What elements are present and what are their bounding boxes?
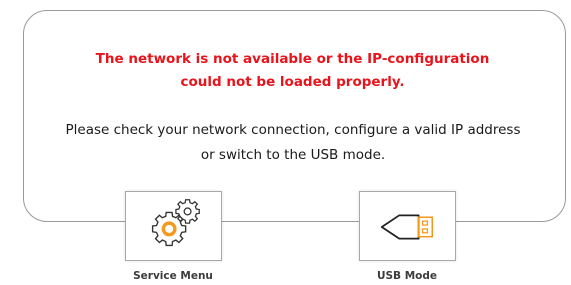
error-message-line-2: could not be loaded properly. bbox=[180, 74, 405, 90]
error-message-line-1: The network is not available or the IP-c… bbox=[95, 51, 490, 67]
error-message: The network is not available or the IP-c… bbox=[40, 48, 545, 94]
usb-mode-button[interactable] bbox=[359, 191, 456, 261]
usb-plug-icon bbox=[380, 214, 434, 240]
gears-icon bbox=[151, 199, 200, 247]
service-menu-button[interactable] bbox=[125, 191, 222, 261]
info-message-line-1: Please check your network connection, co… bbox=[65, 122, 521, 138]
usb-mode-label: USB Mode bbox=[376, 270, 438, 282]
info-message: Please check your network connection, co… bbox=[30, 118, 556, 168]
network-error-dialog bbox=[23, 10, 566, 222]
service-menu-label: Service Menu bbox=[133, 270, 213, 282]
info-message-line-2: or switch to the USB mode. bbox=[200, 147, 386, 163]
